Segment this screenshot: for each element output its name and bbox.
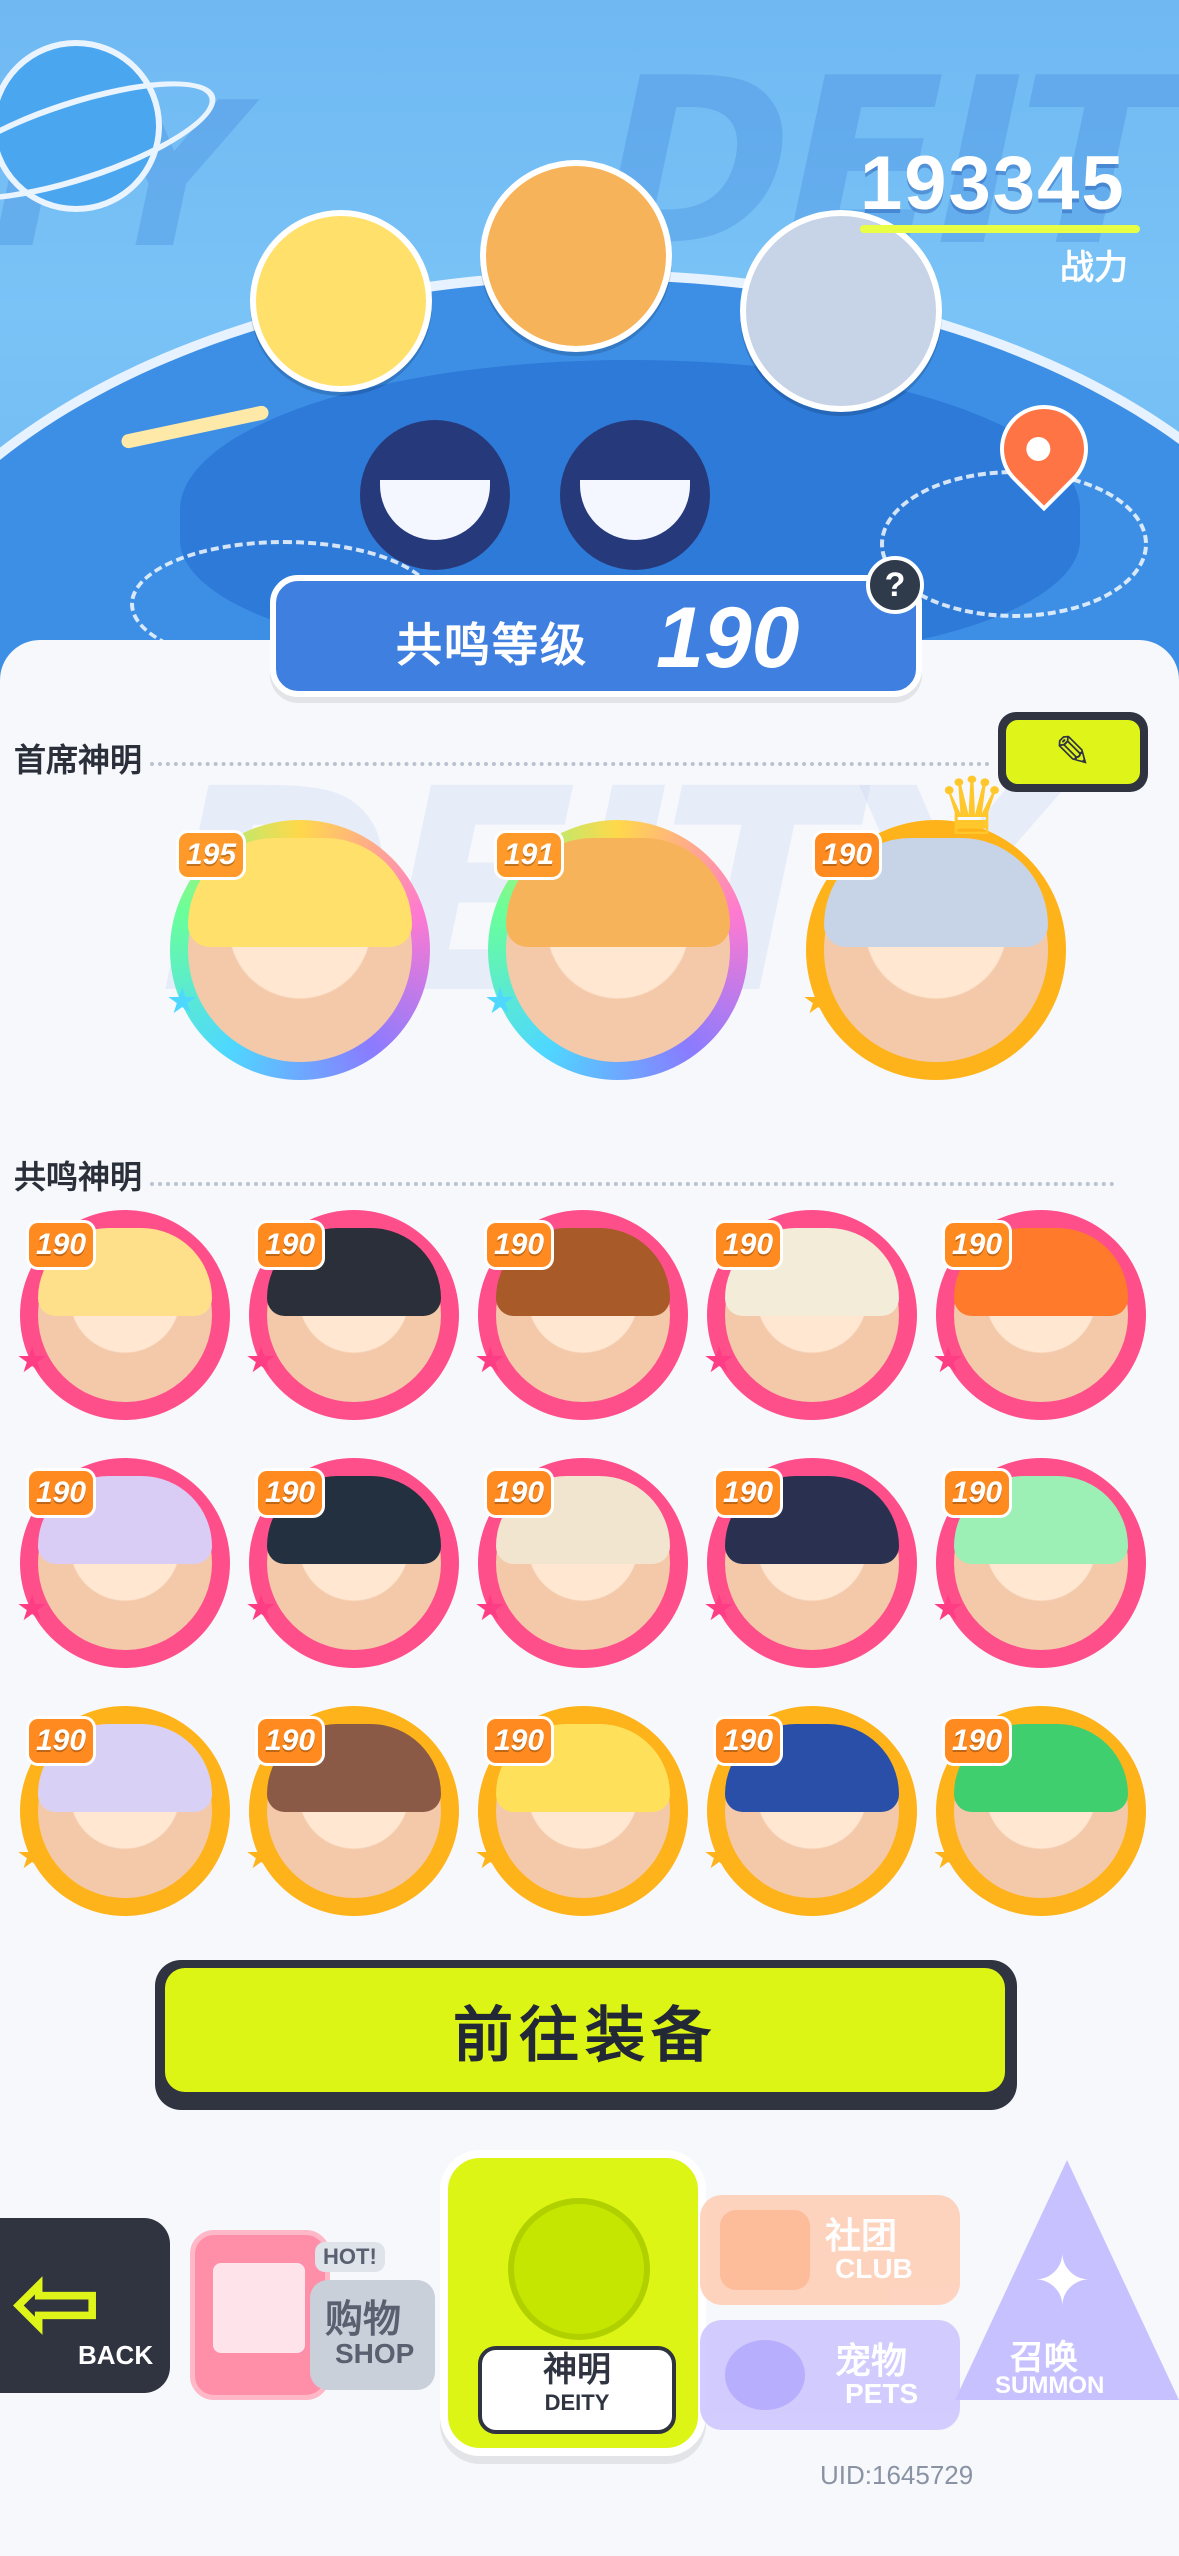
go-equip-button[interactable]: 前往装备	[155, 1960, 1017, 2110]
nav-deity[interactable]: 神明 DEITY	[440, 2150, 706, 2456]
back-button[interactable]: ⇦ BACK	[0, 2218, 170, 2393]
nav-shop[interactable]: HOT! 购物 SHOP	[170, 2170, 440, 2400]
resonance-deities-title: 共鸣神明	[14, 1158, 143, 1196]
resonance-deity-avatar[interactable]: ★ 190	[703, 1706, 917, 1916]
star-icon: ★	[245, 1836, 278, 1878]
section-divider-2	[150, 1182, 1115, 1186]
pets-label-en: PETS	[845, 2378, 919, 2409]
resonance-deity-avatar[interactable]: ★ 190	[932, 1706, 1146, 1916]
pets-label-cn: 宠物	[835, 2341, 908, 2382]
edit-lineup-button[interactable]: ✎	[998, 712, 1148, 792]
nav-pets[interactable]: 宠物 PETS	[700, 2320, 960, 2430]
resonance-deity-avatar[interactable]: ★ 190	[245, 1706, 459, 1916]
star-icon: ★	[932, 1588, 965, 1630]
club-label-en: CLUB	[835, 2253, 913, 2284]
shop-label-en: SHOP	[335, 2338, 415, 2369]
star-icon: ★	[245, 1340, 278, 1382]
avatar-level-badge: 190	[26, 1468, 96, 1518]
nav-club[interactable]: 社团 CLUB	[700, 2195, 960, 2305]
summon-star-icon: ✦	[1033, 2240, 1092, 2322]
avatar-level-badge: 190	[255, 1716, 325, 1766]
deity-label-cn: 神明	[543, 2350, 611, 2390]
avatar-level-badge: 195	[176, 830, 246, 880]
star-icon: ★	[245, 1588, 278, 1630]
star-icon: ★	[703, 1588, 736, 1630]
star-icon: ★	[16, 1836, 49, 1878]
club-label-cn: 社团	[825, 2216, 898, 2257]
resonance-deity-avatar[interactable]: ★ 190	[474, 1210, 688, 1420]
avatar-level-badge: 190	[812, 830, 882, 880]
resonance-deity-avatar[interactable]: ★ 190	[703, 1458, 917, 1668]
deity-label-box: 神明 DEITY	[478, 2346, 676, 2434]
resonance-level-label: 共鸣等级	[396, 618, 588, 672]
avatar-level-badge: 190	[484, 1468, 554, 1518]
star-icon: ★	[16, 1588, 49, 1630]
avatar-level-badge: 190	[713, 1220, 783, 1270]
star-icon: ★	[932, 1340, 965, 1382]
vending-machine-icon	[190, 2230, 330, 2400]
combat-power-value: 193345	[860, 141, 1126, 226]
star-icon: ★	[474, 1588, 507, 1630]
avatar-level-badge: 190	[26, 1220, 96, 1270]
star-icon: ★	[16, 1340, 49, 1382]
resonance-deity-avatar[interactable]: ★ 190	[16, 1706, 230, 1916]
lead-character-2	[480, 160, 672, 352]
avatar-level-badge: 190	[484, 1716, 554, 1766]
user-id: UID:1645729	[820, 2460, 974, 2490]
star-icon: ★	[802, 981, 835, 1023]
resonance-level-panel: 共鸣等级 190	[270, 575, 922, 697]
help-icon[interactable]: ?	[866, 556, 924, 614]
deity-mascot-icon	[508, 2198, 650, 2340]
club-bag-icon	[720, 2210, 810, 2290]
lead-deity-avatar[interactable]: ★ 195	[166, 820, 430, 1080]
section-divider	[150, 762, 990, 766]
avatar-level-badge: 190	[942, 1468, 1012, 1518]
hot-badge: HOT!	[315, 2242, 385, 2272]
avatar-level-badge: 190	[942, 1220, 1012, 1270]
lead-character-1	[250, 210, 432, 392]
avatar-level-badge: 190	[484, 1220, 554, 1270]
globe-eye-right	[560, 420, 710, 570]
resonance-deity-avatar[interactable]: ★ 190	[245, 1458, 459, 1668]
avatar-level-badge: 190	[713, 1716, 783, 1766]
lead-deity-avatar[interactable]: ★ 190 ♛	[802, 760, 1066, 1080]
lead-character-3	[740, 210, 942, 412]
resonance-deity-avatar[interactable]: ★ 190	[16, 1458, 230, 1668]
deity-label-en: DEITY	[544, 2390, 610, 2415]
star-icon: ★	[703, 1340, 736, 1382]
star-icon: ★	[166, 981, 199, 1023]
lead-deities-title: 首席神明	[14, 741, 143, 779]
pet-icon	[725, 2340, 805, 2410]
resonance-deity-avatar[interactable]: ★ 190	[16, 1210, 230, 1420]
star-icon: ★	[474, 1340, 507, 1382]
avatar-level-badge: 190	[26, 1716, 96, 1766]
shop-label-cn: 购物	[325, 2297, 402, 2341]
combat-power-underline	[860, 225, 1140, 233]
resonance-deity-avatar[interactable]: ★ 190	[932, 1458, 1146, 1668]
lead-deity-avatar[interactable]: ★ 191	[484, 820, 748, 1080]
go-equip-label: 前往装备	[165, 1968, 1005, 2092]
back-label: BACK	[78, 2340, 154, 2370]
summon-label-en: SUMMON	[995, 2372, 1105, 2399]
globe-eye-left	[360, 420, 510, 570]
star-icon: ★	[484, 981, 517, 1023]
resonance-deity-avatar[interactable]: ★ 190	[245, 1210, 459, 1420]
avatar-level-badge: 190	[255, 1468, 325, 1518]
resonance-deity-avatar[interactable]: ★ 190	[703, 1210, 917, 1420]
avatar-level-badge: 190	[255, 1220, 325, 1270]
resonance-level-value: 190	[656, 590, 800, 686]
resonance-deity-avatar[interactable]: ★ 190	[932, 1210, 1146, 1420]
pencil-icon: ✎	[1006, 720, 1140, 784]
resonance-deity-avatar[interactable]: ★ 190	[474, 1706, 688, 1916]
star-icon: ★	[932, 1836, 965, 1878]
resonance-deity-avatar[interactable]: ★ 190	[474, 1458, 688, 1668]
combat-power-label: 战力	[1060, 248, 1128, 288]
star-icon: ★	[474, 1836, 507, 1878]
crown-icon: ♛	[936, 760, 1008, 853]
avatar-level-badge: 191	[494, 830, 564, 880]
nav-summon[interactable]: ✦ 召唤 SUMMON	[955, 2160, 1179, 2440]
avatar-level-badge: 190	[942, 1716, 1012, 1766]
avatar-level-badge: 190	[713, 1468, 783, 1518]
star-icon: ★	[703, 1836, 736, 1878]
